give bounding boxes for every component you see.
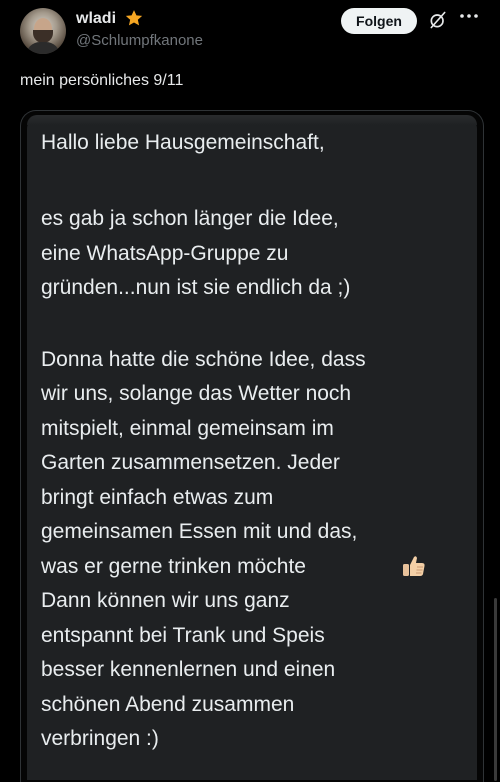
message-line: verbringen :) (41, 727, 159, 750)
message-line: eine WhatsApp-Gruppe zu (41, 242, 289, 265)
message-line: Hallo liebe Hausgemeinschaft, (41, 131, 325, 154)
avatar[interactable] (20, 8, 66, 54)
message-line: Dann können wir uns ganz (41, 589, 290, 612)
message-line: entspannt bei Trank und Speis (41, 624, 325, 647)
post-text: mein persönliches 9/11 (20, 72, 184, 89)
message-line: gründen...nun ist sie endlich da ;) (41, 276, 351, 299)
author-name[interactable]: wladi (76, 10, 116, 28)
faded-header (27, 115, 477, 125)
message-line: Donna hatte die schöne Idee, dass (41, 348, 366, 371)
message-line: was er gerne trinken möchte (41, 555, 306, 578)
star-icon (125, 10, 143, 26)
message-line: es gab ja schon länger die Idee, (41, 207, 339, 230)
post-header: wladi @Schlumpfkanone Folgen (0, 0, 500, 62)
message-line: schönen Abend zusammen (41, 693, 295, 716)
avatar-shirt (26, 42, 60, 54)
more-icon[interactable] (458, 8, 480, 30)
author-handle[interactable]: @Schlumpfkanone (76, 32, 203, 49)
message-line: gemeinsamen Essen mit und das, (41, 520, 358, 543)
thumbs-up-icon (403, 556, 425, 576)
post-image[interactable]: Hallo liebe Hausgemeinschaft, es gab ja … (20, 110, 484, 782)
message-line: Garten zusammensetzen. Jeder (41, 451, 340, 474)
follow-button[interactable]: Folgen (341, 8, 417, 34)
message-line: wir uns, solange das Wetter noch (41, 382, 352, 405)
scrollbar[interactable] (494, 598, 497, 781)
message-line: besser kennenlernen und einen (41, 658, 336, 681)
message-bubble: Hallo liebe Hausgemeinschaft, es gab ja … (27, 115, 477, 780)
message-line: mitspielt, einmal gemeinsam im (41, 417, 334, 440)
message-line: bringt einfach etwas zum (41, 486, 274, 509)
grok-icon[interactable] (428, 10, 448, 30)
